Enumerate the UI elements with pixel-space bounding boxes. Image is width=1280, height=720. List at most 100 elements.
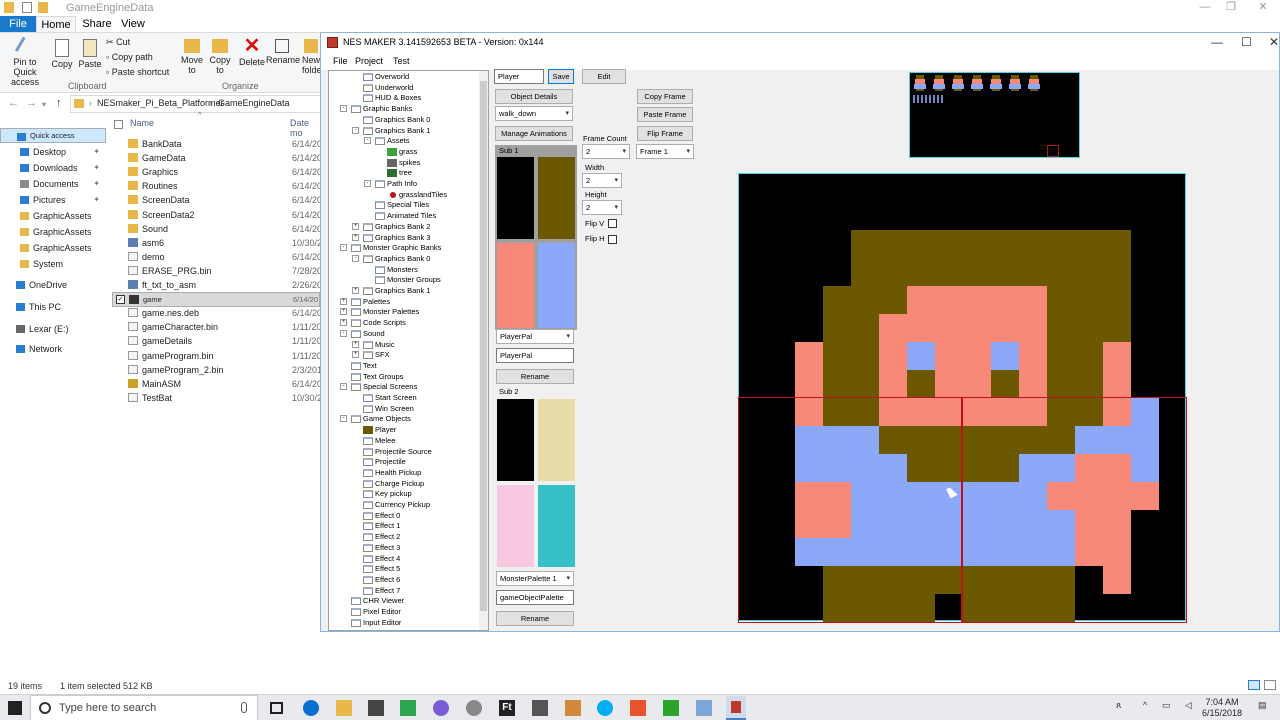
tab-home[interactable]: Home — [36, 16, 76, 32]
network-icon[interactable]: ▭ — [1162, 700, 1171, 711]
new-folder-button[interactable]: New folder — [302, 39, 320, 75]
canvas-pixel[interactable] — [879, 314, 907, 342]
canvas-pixel[interactable] — [823, 314, 851, 342]
file-row[interactable]: BankData 6/14/20 — [112, 137, 322, 151]
forward-arrow-icon[interactable]: → — [26, 97, 37, 109]
canvas-pixel[interactable] — [879, 342, 907, 370]
sub1-swatch-1[interactable] — [538, 157, 575, 239]
select-all-checkbox[interactable] — [114, 120, 123, 129]
sprite-thumbnail[interactable] — [970, 75, 984, 91]
canvas-pixel[interactable] — [963, 258, 991, 286]
canvas-pixel[interactable] — [851, 314, 879, 342]
file-row[interactable]: demo 6/14/20 — [112, 250, 322, 264]
nav-item[interactable]: This PC — [0, 299, 106, 315]
copy-frame-button[interactable]: Copy Frame — [637, 89, 693, 104]
collapse-icon[interactable]: - — [340, 329, 347, 337]
pin-icon[interactable]: ✦ — [93, 144, 100, 160]
canvas-pixel[interactable] — [1075, 230, 1103, 258]
canvas-pixel[interactable] — [1075, 370, 1103, 398]
calculator-icon[interactable] — [532, 700, 548, 716]
file-row[interactable]: Sound 6/14/20 — [112, 222, 322, 236]
sprite-thumbnail[interactable] — [932, 75, 946, 91]
famitracker-icon[interactable]: Ft — [499, 700, 515, 716]
paste-button[interactable]: Paste — [78, 39, 102, 69]
collapse-icon[interactable]: - — [352, 254, 359, 262]
pin-button[interactable]: Pin to Quick access — [2, 36, 48, 87]
copy-to-button[interactable]: Copy to — [206, 39, 234, 75]
file-row[interactable]: ScreenData2 6/14/20 — [112, 208, 322, 222]
canvas-pixel[interactable] — [963, 314, 991, 342]
paste-frame-button[interactable]: Paste Frame — [637, 107, 693, 122]
canvas-pixel[interactable] — [991, 286, 1019, 314]
canvas-pixel[interactable] — [851, 286, 879, 314]
chevron-up-icon[interactable]: ^ — [1143, 700, 1147, 710]
file-row[interactable]: asm6 10/30/20 — [112, 236, 327, 250]
canvas-pixel[interactable] — [1103, 314, 1131, 342]
palette2-select[interactable]: MonsterPalette 1 ▾ — [496, 571, 574, 586]
app-icon-7[interactable] — [663, 700, 679, 716]
address-path[interactable]: › NESmaker_Pi_Beta_Platformer › GameEngi… — [70, 95, 320, 113]
canvas-pixel[interactable] — [1103, 370, 1131, 398]
column-name-header[interactable]: Name — [130, 118, 154, 134]
up-arrow-icon[interactable]: ↑ — [56, 97, 62, 109]
breadcrumb-part2[interactable]: GameEngineData — [218, 98, 290, 108]
tile-grid-cell[interactable] — [961, 397, 1187, 623]
skype-icon[interactable] — [597, 700, 613, 716]
nav-item[interactable]: Desktop ✦ — [0, 144, 106, 160]
canvas-pixel[interactable] — [907, 314, 935, 342]
canvas-pixel[interactable] — [1047, 370, 1075, 398]
canvas-pixel[interactable] — [963, 370, 991, 398]
collapse-icon[interactable]: - — [340, 383, 347, 391]
sub1-swatch-0[interactable] — [497, 157, 534, 239]
palette1-select[interactable]: PlayerPal ▾ — [496, 329, 574, 344]
sub2-swatch-3[interactable] — [538, 485, 575, 567]
canvas-pixel[interactable] — [1075, 342, 1103, 370]
tile-sheet-preview[interactable] — [909, 72, 1080, 158]
nav-item[interactable]: Downloads ✦ — [0, 160, 106, 176]
canvas-pixel[interactable] — [935, 258, 963, 286]
collapse-icon[interactable]: - — [340, 415, 347, 423]
canvas-pixel[interactable] — [1047, 230, 1075, 258]
canvas-pixel[interactable] — [1103, 230, 1131, 258]
sub2-swatch-1[interactable] — [538, 399, 575, 481]
sprite-thumbnail[interactable] — [951, 75, 965, 91]
file-row[interactable]: ERASE_PRG.bin 7/28/20 — [112, 264, 322, 278]
tree-scrollbar[interactable] — [479, 71, 488, 630]
canvas-pixel[interactable] — [1103, 286, 1131, 314]
expand-icon[interactable]: + — [352, 222, 359, 230]
task-view-icon[interactable] — [270, 702, 283, 714]
canvas-pixel[interactable] — [1047, 258, 1075, 286]
minimize-icon[interactable]: — — [1211, 35, 1223, 49]
file-row[interactable]: gameDetails 1/11/20 — [112, 334, 321, 348]
canvas-pixel[interactable] — [795, 370, 823, 398]
nav-item[interactable]: GraphicAssets — [0, 208, 106, 224]
windows-start-icon[interactable] — [8, 701, 22, 715]
canvas-pixel[interactable] — [823, 370, 851, 398]
canvas-pixel[interactable] — [907, 258, 935, 286]
canvas-pixel[interactable] — [907, 370, 935, 398]
pin-icon[interactable]: ✦ — [93, 160, 100, 176]
tab-share[interactable]: Share — [80, 16, 114, 32]
edge-icon[interactable] — [303, 700, 319, 716]
canvas-pixel[interactable] — [963, 342, 991, 370]
file-row[interactable]: game.nes.deb 6/14/20 — [112, 306, 322, 320]
nav-item[interactable]: Quick access — [0, 128, 106, 143]
nav-item[interactable]: Documents ✦ — [0, 176, 106, 192]
app-icon-1[interactable] — [368, 700, 384, 716]
collapse-icon[interactable]: - — [364, 180, 371, 187]
edit-button[interactable]: Edit — [582, 69, 626, 84]
pin-icon[interactable]: ✦ — [93, 192, 100, 208]
sub2-swatch-0[interactable] — [497, 399, 534, 481]
width-select[interactable]: 2 ▾ — [582, 173, 622, 188]
app-icon-5[interactable] — [565, 700, 581, 716]
canvas-pixel[interactable] — [1019, 370, 1047, 398]
chevron-down-icon[interactable]: ▾ — [42, 100, 46, 109]
file-row[interactable]: ft_txt_to_asm 2/26/20 — [112, 278, 322, 292]
canvas-pixel[interactable] — [963, 286, 991, 314]
canvas-pixel[interactable] — [1019, 286, 1047, 314]
restore-icon[interactable]: ❐ — [1214, 0, 1248, 14]
collapse-icon[interactable]: - — [352, 126, 359, 134]
collapse-icon[interactable]: - — [364, 137, 371, 145]
menu-test[interactable]: Test — [393, 56, 410, 66]
canvas-pixel[interactable] — [1103, 342, 1131, 370]
